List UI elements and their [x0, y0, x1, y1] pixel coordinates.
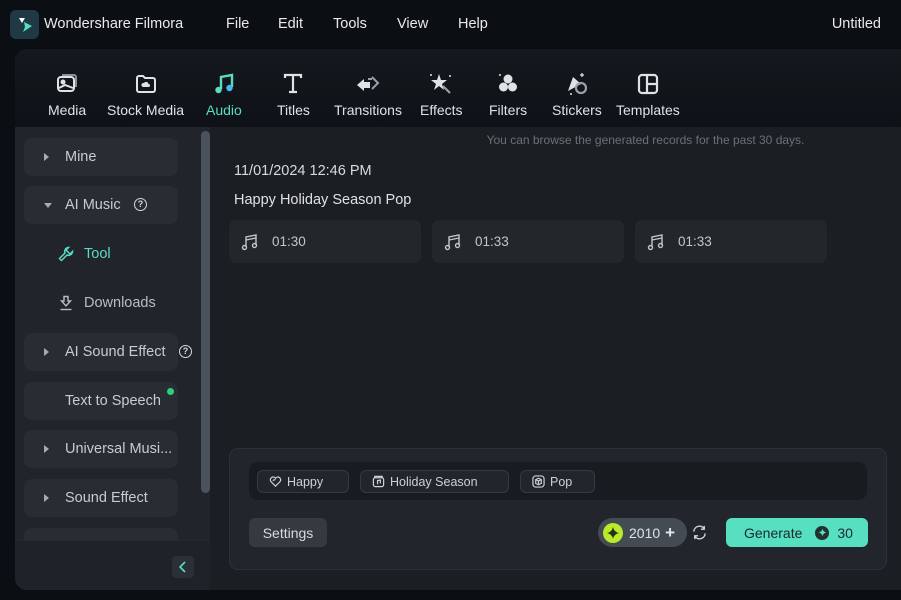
record-title: Happy Holiday Season Pop: [234, 192, 412, 208]
transitions-icon: [354, 70, 382, 98]
asset-toolbar: Media Stock Media Audio Titles Transitio…: [15, 49, 901, 127]
audio-sidebar: Mine AI Music ? Tool Downloads AI Sound …: [15, 127, 210, 590]
sidebar-item-mine[interactable]: Mine: [24, 138, 178, 176]
title-bar: Wondershare Filmora File Edit Tools View…: [0, 0, 901, 50]
heart-icon: [268, 475, 282, 489]
wrench-icon: [57, 245, 75, 263]
menu-file[interactable]: File: [226, 16, 249, 32]
sidebar-item-sound-effect[interactable]: Sound Effect: [24, 479, 178, 517]
sidebar-subitem-tool[interactable]: Tool: [57, 245, 111, 263]
tab-filters[interactable]: Filters: [489, 70, 527, 118]
credits-count: 2010: [629, 524, 661, 541]
track-duration: 01:30: [272, 234, 306, 249]
music-notes-icon: [241, 233, 258, 250]
record-datetime: 11/01/2024 12:46 PM: [234, 163, 372, 179]
generate-button[interactable]: Generate 30: [726, 518, 868, 547]
filmora-logo-icon: [10, 10, 39, 39]
tab-effects[interactable]: Effects: [420, 70, 463, 118]
sidebar-item-ai-sound-effect[interactable]: AI Sound Effect: [24, 333, 178, 371]
credit-coin-icon: [603, 522, 623, 543]
track-card[interactable]: 01:30: [229, 220, 421, 263]
caret-right-icon: [44, 348, 49, 356]
menu-view[interactable]: View: [397, 16, 428, 32]
records-hint: You can browse the generated records for…: [486, 133, 805, 147]
tag-chip[interactable]: Pop: [520, 470, 595, 493]
sidebar-footer: [15, 540, 210, 590]
document-title: Untitled: [831, 16, 881, 32]
music-notes-icon: [647, 233, 664, 250]
menu-edit[interactable]: Edit: [278, 16, 303, 32]
collapse-sidebar-button[interactable]: [172, 556, 194, 578]
stock-media-icon: [132, 70, 160, 98]
tab-transitions[interactable]: Transitions: [334, 70, 402, 118]
sidebar-item-text-to-speech[interactable]: Text to Speech: [24, 382, 178, 420]
prompt-tags-input[interactable]: Happy Holiday Season Pop: [249, 462, 867, 500]
media-icon: [53, 70, 81, 98]
tab-templates[interactable]: Templates: [616, 70, 680, 118]
text-t-icon: [279, 70, 307, 98]
music-generator-panel: Happy Holiday Season Pop Settings 2010 +…: [229, 448, 887, 570]
sidebar-subitem-label: Tool: [84, 246, 111, 262]
settings-button[interactable]: Settings: [249, 518, 327, 547]
menu-help[interactable]: Help: [458, 16, 488, 32]
track-card[interactable]: 01:33: [432, 220, 624, 263]
filters-icon: [494, 70, 522, 98]
credit-coin-icon: [815, 525, 830, 540]
tag-chip[interactable]: Happy: [257, 470, 349, 493]
credits-balance[interactable]: 2010 +: [598, 518, 687, 547]
app-name: Wondershare Filmora: [44, 16, 184, 32]
templates-icon: [634, 70, 662, 98]
tab-media[interactable]: Media: [48, 70, 86, 118]
stickers-icon: [563, 70, 591, 98]
music-note-icon: [210, 70, 238, 98]
caret-right-icon: [44, 445, 49, 453]
ai-music-content: You can browse the generated records for…: [210, 127, 901, 590]
tab-titles[interactable]: Titles: [277, 70, 310, 118]
add-credits-icon[interactable]: +: [665, 524, 675, 541]
chevron-left-icon: [178, 561, 186, 573]
track-card[interactable]: 01:33: [635, 220, 827, 263]
track-duration: 01:33: [475, 234, 509, 249]
tab-stock-media[interactable]: Stock Media: [107, 70, 184, 118]
download-icon: [57, 294, 75, 312]
new-badge-dot: [167, 388, 174, 395]
sidebar-subitem-label: Downloads: [84, 295, 156, 311]
music-notes-icon: [444, 233, 461, 250]
track-duration: 01:33: [678, 234, 712, 249]
refresh-icon[interactable]: [691, 524, 708, 541]
sidebar-item-universal-music[interactable]: Universal Musi...: [24, 430, 178, 468]
generate-cost: 30: [837, 524, 853, 541]
sidebar-scrollbar[interactable]: [201, 131, 210, 493]
music-box-icon: [371, 475, 385, 489]
sidebar-subitem-downloads[interactable]: Downloads: [57, 294, 156, 312]
caret-right-icon: [44, 153, 49, 161]
help-icon[interactable]: ?: [179, 345, 192, 358]
tab-stickers[interactable]: Stickers: [552, 70, 602, 118]
sidebar-item-ai-music[interactable]: AI Music ?: [24, 186, 178, 224]
caret-right-icon: [44, 494, 49, 502]
menu-tools[interactable]: Tools: [333, 16, 367, 32]
cube-icon: [531, 475, 545, 489]
caret-down-icon: [44, 202, 52, 208]
main-panel: Media Stock Media Audio Titles Transitio…: [15, 49, 901, 590]
magic-wand-icon: [427, 70, 455, 98]
tag-chip[interactable]: Holiday Season: [360, 470, 509, 493]
help-icon[interactable]: ?: [134, 198, 147, 211]
tab-audio[interactable]: Audio: [206, 70, 242, 118]
